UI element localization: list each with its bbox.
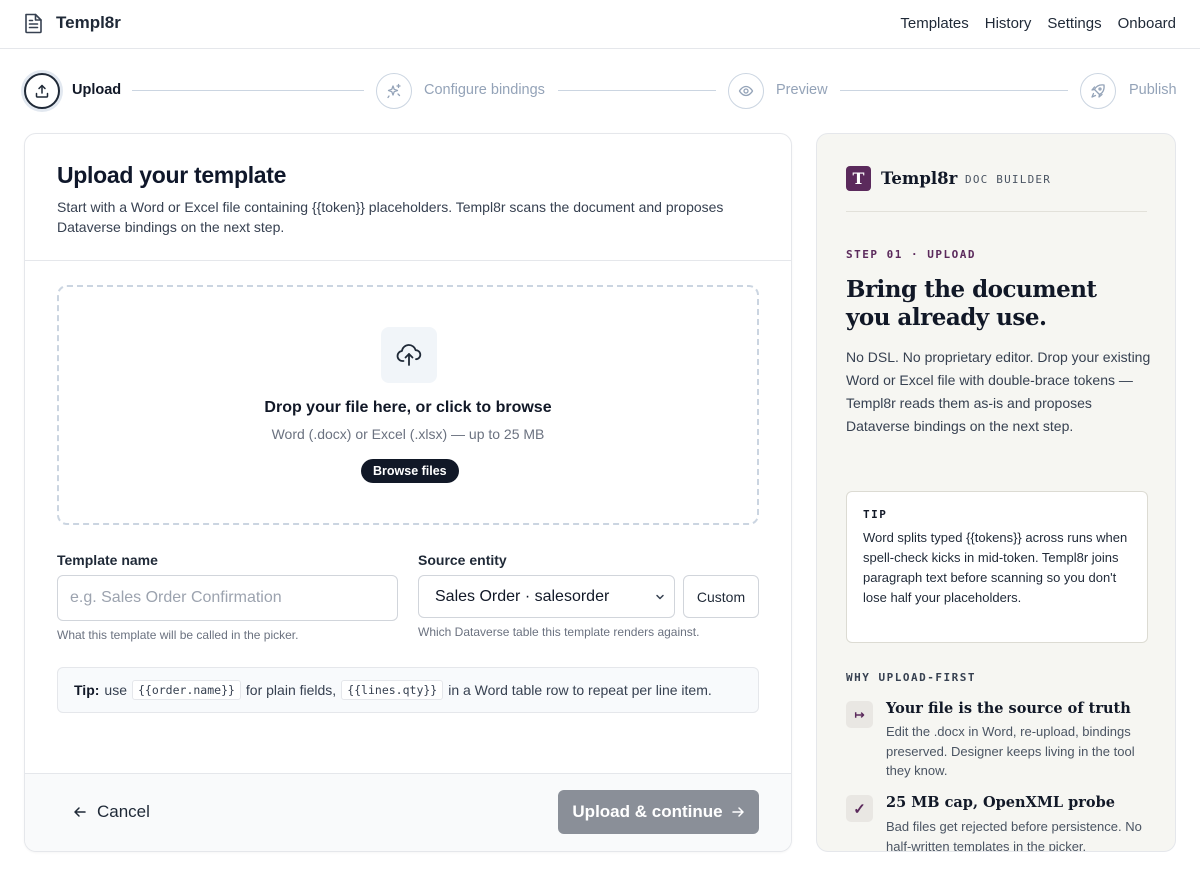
- tip-code-repeat-field: {{lines.qty}}: [341, 680, 444, 700]
- source-entity-value: Sales Order · salesorder: [435, 587, 610, 605]
- step-preview-label: Preview: [776, 82, 828, 98]
- info-panel: T Templ8r DOC BUILDER STEP 01 · UPLOAD B…: [816, 133, 1176, 852]
- step-connector: [558, 90, 716, 91]
- cloud-upload-icon-box: [381, 327, 437, 383]
- browse-files-button[interactable]: Browse files: [361, 459, 459, 483]
- step-connector: [840, 90, 1068, 91]
- nav-onboard[interactable]: Onboard: [1118, 15, 1176, 32]
- panel-tip-label: TIP: [863, 508, 888, 521]
- step-publish-label: Publish: [1129, 82, 1177, 98]
- step-connector: [132, 90, 364, 91]
- upload-icon: [35, 84, 49, 98]
- step-upload[interactable]: [24, 73, 60, 109]
- panel-tag: DOC BUILDER: [965, 173, 1052, 186]
- template-name-input[interactable]: [57, 575, 398, 621]
- panel-brand: Templ8r: [881, 169, 958, 188]
- cancel-label: Cancel: [97, 802, 150, 821]
- chevron-down-icon: [656, 594, 664, 599]
- check-icon: ✓: [846, 795, 873, 822]
- nav-history[interactable]: History: [985, 15, 1032, 32]
- tip-bar: Tip: use {{order.name}} for plain fields…: [57, 667, 759, 713]
- panel-title: Bring the document you already use.: [846, 276, 1097, 331]
- cloud-upload-icon: [396, 344, 422, 366]
- panel-why-label: WHY UPLOAD-FIRST: [846, 671, 976, 684]
- panel-body: No DSL. No proprietary editor. Drop your…: [846, 349, 1151, 434]
- top-bar: Templ8r Templates History Settings Onboa…: [0, 0, 1200, 49]
- app-name: Templ8r: [56, 13, 121, 32]
- panel-item-title: Your file is the source of truth: [886, 700, 1131, 717]
- card-footer: Cancel Upload & continue: [25, 773, 791, 851]
- source-entity-hint: Which Dataverse table this template rend…: [418, 625, 700, 639]
- card-header: Upload your template Start with a Word o…: [25, 134, 791, 261]
- custom-entity-button[interactable]: Custom: [683, 575, 759, 618]
- document-icon: [25, 13, 42, 34]
- dropzone-title: Drop your file here, or click to browse: [264, 399, 552, 416]
- arrow-right-icon: [731, 807, 744, 817]
- nav-settings[interactable]: Settings: [1047, 15, 1101, 32]
- tip-text: in a Word table row to repeat per line i…: [448, 682, 712, 698]
- tip-label: Tip:: [74, 682, 100, 698]
- nav-templates[interactable]: Templates: [900, 15, 968, 32]
- step-publish[interactable]: [1080, 73, 1116, 109]
- page-description: Start with a Word or Excel file containi…: [57, 199, 724, 235]
- upload-continue-label: Upload & continue: [572, 802, 723, 821]
- panel-item-title: 25 MB cap, OpenXML probe: [886, 794, 1115, 811]
- tip-text: for plain fields,: [245, 682, 337, 698]
- panel-item-text: Edit the .docx in Word, re-upload, bindi…: [886, 724, 1135, 778]
- upload-continue-button[interactable]: Upload & continue: [558, 790, 759, 834]
- sparkles-icon: [387, 83, 401, 99]
- maps-to-icon: ↦: [846, 701, 873, 728]
- template-name-label: Template name: [57, 552, 158, 568]
- dropzone-subtitle: Word (.docx) or Excel (.xlsx) — up to 25…: [271, 426, 545, 442]
- source-entity-select[interactable]: Sales Order · salesorder: [418, 575, 675, 618]
- eye-icon: [738, 85, 754, 97]
- file-dropzone[interactable]: Drop your file here, or click to browse …: [57, 285, 759, 525]
- top-nav: Templates History Settings Onboard: [900, 15, 1176, 32]
- upload-card: Upload your template Start with a Word o…: [24, 133, 792, 852]
- arrow-left-icon: [74, 807, 86, 817]
- panel-item-text: Bad files get rejected before persistenc…: [886, 819, 1142, 852]
- template-name-hint: What this template will be called in the…: [57, 628, 299, 642]
- step-upload-label: Upload: [72, 82, 122, 98]
- source-entity-label: Source entity: [418, 552, 507, 568]
- step-preview[interactable]: [728, 73, 764, 109]
- panel-divider: [846, 211, 1147, 212]
- page-title: Upload your template: [57, 162, 287, 188]
- cancel-button[interactable]: Cancel: [73, 802, 150, 822]
- tip-text: use: [104, 682, 127, 698]
- panel-tip-text: Word splits typed {{tokens}} across runs…: [863, 530, 1128, 605]
- rocket-icon: [1091, 84, 1105, 98]
- tip-code-plain-field: {{order.name}}: [131, 680, 241, 700]
- brand[interactable]: Templ8r: [24, 12, 121, 34]
- panel-logo: T: [846, 166, 871, 191]
- step-configure-bindings-label: Configure bindings: [424, 82, 545, 98]
- panel-step-label: STEP 01 · UPLOAD: [846, 248, 976, 261]
- step-configure-bindings[interactable]: [376, 73, 412, 109]
- panel-tip-card: TIP Word splits typed {{tokens}} across …: [846, 491, 1148, 643]
